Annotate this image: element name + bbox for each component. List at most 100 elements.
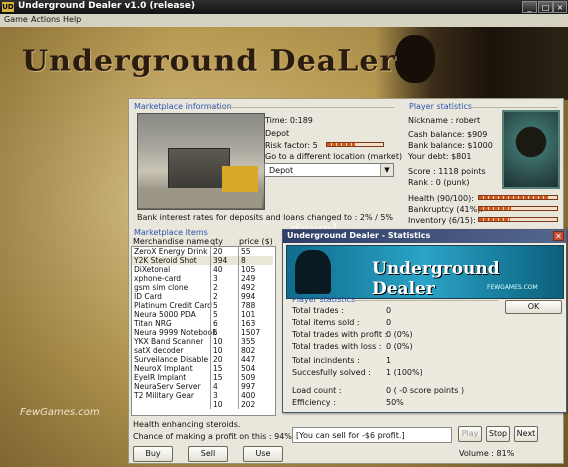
items-list[interactable]: ZeroX Energy Drink 20 55 Y2K Steroid Shot 39… — [131, 246, 276, 416]
chevron-down-icon[interactable]: ▼ — [380, 164, 393, 176]
list-item[interactable]: Platinum Credit Card 5 788 — [132, 301, 273, 310]
list-item[interactable]: YKX Band Scanner 10 355 — [132, 337, 273, 346]
risk-factor-fill — [327, 143, 355, 146]
item-price: 101 — [238, 310, 255, 319]
sell-hint-box: [You can sell for -$6 profit.] — [292, 427, 452, 443]
column-price[interactable]: price ($) — [239, 237, 273, 246]
list-item[interactable]: xphone-card 3 249 — [132, 274, 273, 283]
stat-value: 50% — [386, 398, 404, 407]
score-label: Score : 1118 points — [408, 167, 486, 176]
item-price: 997 — [238, 382, 255, 391]
stat-label: Load count : — [292, 386, 342, 395]
next-button[interactable]: Next — [514, 426, 538, 442]
item-price: 788 — [238, 301, 255, 310]
menu-help[interactable]: Help — [63, 15, 81, 24]
dialog-title-bar: Underground Dealer - Statistics ✕ — [283, 230, 566, 243]
buy-button[interactable]: Buy — [133, 446, 173, 462]
profit-chance: Chance of making a profit on this : 94% — [133, 432, 292, 441]
list-item[interactable]: Y2K Steroid Shot 394 8 — [132, 256, 273, 265]
banner-figure — [295, 250, 331, 294]
list-item[interactable]: EyeIR Implant 15 509 — [132, 373, 273, 382]
item-qty: 5 — [210, 328, 238, 337]
bankruptcy-bar — [478, 206, 558, 211]
banner-subtitle: FEWGAMES.COM — [487, 284, 538, 291]
health-label: Health (90/100): — [408, 194, 474, 203]
item-price: 447 — [238, 355, 255, 364]
list-item[interactable]: satX decoder 10 802 — [132, 346, 273, 355]
column-qty[interactable]: qty — [210, 237, 223, 246]
item-price: 504 — [238, 364, 255, 373]
banner-logo: Underground Dealer — [372, 259, 500, 299]
menu-game[interactable]: Game — [4, 15, 28, 24]
item-price: 1507 — [238, 328, 260, 337]
list-item[interactable]: ZeroX Energy Drink 20 55 — [132, 247, 273, 256]
item-qty: 15 — [210, 364, 238, 373]
column-name[interactable]: Merchandise name — [133, 237, 209, 246]
ok-button[interactable]: OK — [505, 300, 562, 314]
fewgames-logo: FewGames.com — [20, 407, 100, 418]
stat-label: Succesfully solved : — [292, 368, 371, 377]
item-qty: 5 — [210, 301, 238, 310]
stat-value: 0 — [386, 318, 392, 327]
list-item[interactable]: NeuroX Implant 15 504 — [132, 364, 273, 373]
item-name: NeuroX Implant — [134, 364, 193, 373]
risk-factor-label: Risk factor: 5 — [265, 141, 318, 150]
list-item[interactable]: T2 Military Gear 3 400 — [132, 391, 273, 400]
stat-value: 1 (100%) — [386, 368, 423, 377]
location-label: Depot — [265, 129, 290, 138]
item-name: Neura 9999 Notebook — [134, 328, 217, 337]
dialog-close-icon[interactable]: ✕ — [553, 231, 564, 241]
play-button[interactable]: Play — [458, 426, 482, 442]
item-price: 163 — [238, 319, 255, 328]
menu-bar: Game Actions Help — [0, 14, 568, 28]
item-name: Y2K Steroid Shot — [134, 256, 197, 265]
stat-value: 1 — [386, 356, 392, 365]
goto-location-label: Go to a different location (market) — [265, 152, 403, 161]
photo-truck — [222, 166, 258, 192]
risk-factor-bar — [326, 142, 384, 147]
items-table-header: Merchandise name qty price ($) — [131, 236, 274, 246]
item-qty: 40 — [210, 265, 238, 274]
item-name: ID Card — [134, 292, 162, 301]
stop-button[interactable]: Stop — [486, 426, 510, 442]
stat-value: 0 ( -0 score points ) — [386, 386, 465, 395]
interest-note: Bank interest rates for deposits and loa… — [137, 213, 394, 222]
list-item[interactable]: DiXetonal 40 105 — [132, 265, 273, 274]
list-item[interactable]: Surveilance Disable 20 447 — [132, 355, 273, 364]
use-button[interactable]: Use — [243, 446, 283, 462]
list-item[interactable]: Titan NRG 6 163 — [132, 319, 273, 328]
stat-label: Efficiency : — [292, 398, 336, 407]
window-title: Underground Dealer v1.0 (release) — [18, 1, 195, 11]
item-qty: 3 — [210, 274, 238, 283]
sell-button[interactable]: Sell — [188, 446, 228, 462]
item-name: xphone-card — [134, 274, 182, 283]
item-qty: 10 — [210, 337, 238, 346]
item-price: 355 — [238, 337, 255, 346]
stat-label: Total trades with profit : — [292, 330, 388, 339]
minimize-button[interactable]: _ — [522, 1, 537, 13]
item-name: EyeIR Implant — [134, 373, 187, 382]
close-button[interactable]: × — [553, 1, 567, 13]
maximize-button[interactable]: □ — [538, 1, 553, 13]
list-item[interactable]: NeuraServ Server 4 997 — [132, 382, 273, 391]
list-item[interactable]: gsm sim clone 2 492 — [132, 283, 273, 292]
item-price: 105 — [238, 265, 255, 274]
item-qty: 5 — [210, 310, 238, 319]
item-qty: 10 — [210, 400, 238, 409]
item-price: 509 — [238, 373, 255, 382]
item-name: DiXetonal — [134, 265, 171, 274]
stat-value: 0 — [386, 306, 392, 315]
list-item[interactable]: ID Card 2 994 — [132, 292, 273, 301]
menu-actions[interactable]: Actions — [31, 15, 60, 24]
title-bar: UD Underground Dealer v1.0 (release) _ □… — [0, 0, 568, 14]
location-select[interactable]: Depot ▼ — [264, 163, 394, 177]
dialog-section-heading: Player statistics — [292, 295, 356, 304]
list-item[interactable]: Neura 9999 Notebook 5 1507 — [132, 328, 273, 337]
stat-label: Total items sold : — [292, 318, 360, 327]
item-qty: 10 — [210, 346, 238, 355]
list-item[interactable]: 10 202 — [132, 400, 273, 409]
divider — [208, 107, 394, 108]
item-qty: 15 — [210, 373, 238, 382]
list-item[interactable]: Neura 5000 PDA 5 101 — [132, 310, 273, 319]
stat-label: Total trades with loss : — [292, 342, 382, 351]
